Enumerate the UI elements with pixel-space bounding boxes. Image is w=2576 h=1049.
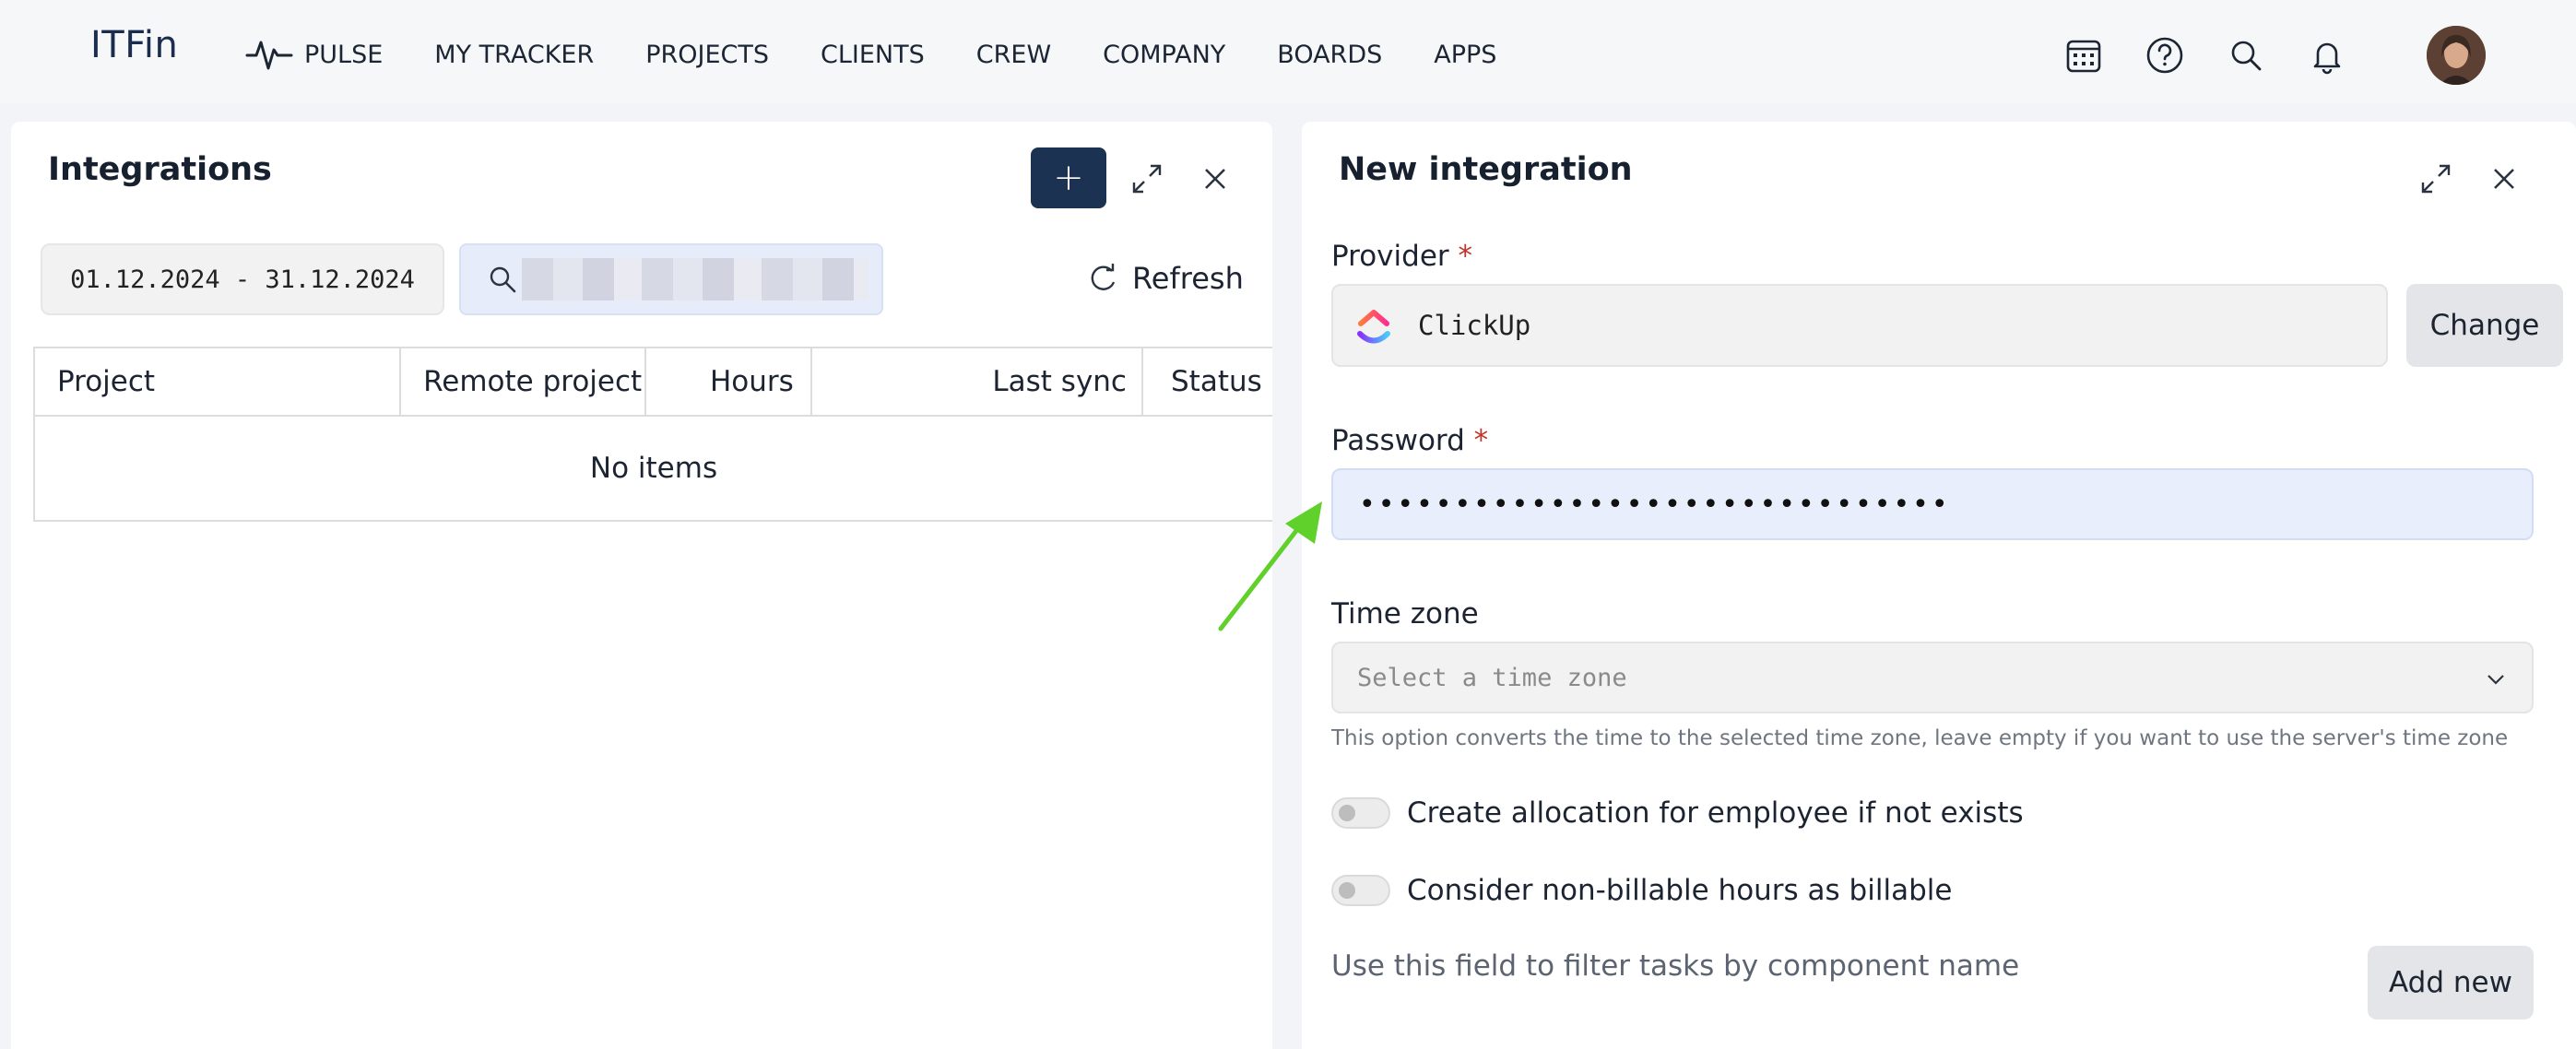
allocation-toggle[interactable] — [1331, 797, 1390, 829]
nav-item-apps[interactable]: APPS — [1434, 41, 1496, 69]
password-label: Password * — [1331, 424, 1488, 457]
required-mark: * — [1458, 240, 1473, 273]
integrations-table: Project Remote project Hours Last sync S… — [33, 347, 1272, 522]
timezone-hint: This option converts the time to the sel… — [1331, 726, 2509, 750]
bell-icon[interactable] — [2307, 35, 2347, 76]
nav-label: BOARDS — [1277, 40, 1383, 69]
redacted-search-text — [522, 258, 869, 301]
provider-value: ClickUp — [1418, 310, 1531, 341]
nav-item-crew[interactable]: CREW — [976, 41, 1051, 69]
nav-item-projects[interactable]: PROJECTS — [645, 41, 769, 69]
close-icon[interactable] — [1195, 159, 1235, 199]
page-title: Integrations — [48, 151, 272, 188]
app-logo[interactable]: ITFin — [90, 24, 178, 66]
form-title: New integration — [1339, 151, 1633, 188]
allocation-toggle-label: Create allocation for employee if not ex… — [1407, 796, 2024, 830]
nav-label: PROJECTS — [645, 40, 770, 69]
column-header-status[interactable]: Status — [1143, 348, 1272, 415]
nav-label: PULSE — [304, 40, 384, 69]
nav-label: COMPANY — [1103, 40, 1226, 69]
help-icon[interactable] — [2145, 35, 2185, 76]
expand-icon[interactable] — [2416, 159, 2456, 199]
column-header-project[interactable]: Project — [35, 348, 402, 415]
component-filter-label: Use this field to filter tasks by compon… — [1331, 949, 2020, 983]
provider-field: ClickUp — [1331, 284, 2388, 367]
clickup-logo-icon — [1357, 310, 1390, 344]
add-new-button[interactable]: Add new — [2368, 946, 2534, 1020]
refresh-label: Refresh — [1132, 261, 1244, 296]
close-icon[interactable] — [2484, 159, 2524, 199]
column-header-last-sync[interactable]: Last sync — [812, 348, 1143, 415]
nonbillable-toggle-label: Consider non-billable hours as billable — [1407, 874, 1953, 907]
user-avatar[interactable] — [2427, 26, 2486, 85]
nav-label: CREW — [975, 40, 1052, 69]
calendar-icon[interactable] — [2063, 35, 2104, 76]
search-icon — [490, 266, 516, 293]
provider-label-text: Provider — [1331, 240, 1449, 273]
add-integration-button[interactable]: + — [1031, 147, 1106, 208]
nav-label: MY TRACKER — [434, 40, 595, 69]
table-header: Project Remote project Hours Last sync S… — [35, 348, 1272, 417]
new-integration-panel: New integration Provider * ClickUp Chang… — [1302, 122, 2576, 1049]
empty-state: No items — [589, 452, 718, 485]
provider-label: Provider * — [1331, 240, 1472, 273]
nav-item-pulse[interactable]: PULSE — [245, 35, 383, 74]
nav-label: APPS — [1434, 40, 1497, 69]
header-actions — [2063, 26, 2486, 85]
pulse-icon — [245, 41, 293, 70]
nav-item-boards[interactable]: BOARDS — [1277, 41, 1382, 69]
nav-item-my-tracker[interactable]: MY TRACKER — [434, 41, 594, 69]
nav-item-clients[interactable]: CLIENTS — [821, 41, 925, 69]
integrations-panel: Integrations + 01.12.2024 - 31.12.2024 R… — [11, 122, 1272, 1049]
timezone-label: Time zone — [1331, 597, 1479, 631]
password-field[interactable]: ••••••••••••••••••••••••••••••• — [1331, 468, 2534, 540]
timezone-placeholder: Select a time zone — [1357, 663, 1627, 692]
column-header-remote-project[interactable]: Remote project — [401, 348, 647, 415]
change-provider-button[interactable]: Change — [2406, 284, 2563, 367]
nav-item-company[interactable]: COMPANY — [1103, 41, 1225, 69]
allocation-toggle-row: Create allocation for employee if not ex… — [1331, 796, 2024, 830]
required-mark: * — [1473, 424, 1489, 457]
refresh-icon — [1091, 264, 1116, 290]
chevron-down-icon — [2487, 675, 2504, 685]
password-label-text: Password — [1331, 424, 1465, 457]
nav-label: CLIENTS — [821, 40, 925, 69]
nonbillable-toggle[interactable] — [1331, 875, 1390, 906]
date-range-picker[interactable]: 01.12.2024 - 31.12.2024 — [41, 243, 444, 315]
annotation-arrow-icon — [1218, 501, 1322, 631]
top-navigation: ITFin PULSE MY TRACKER PROJECTS CLIENTS … — [0, 0, 2576, 103]
column-header-hours[interactable]: Hours — [646, 348, 812, 415]
main-nav: PULSE MY TRACKER PROJECTS CLIENTS CREW C… — [245, 35, 1548, 74]
search-input[interactable] — [459, 243, 883, 315]
timezone-select[interactable]: Select a time zone — [1331, 642, 2534, 713]
expand-icon[interactable] — [1127, 159, 1167, 199]
nonbillable-toggle-row: Consider non-billable hours as billable — [1331, 874, 1952, 907]
search-icon[interactable] — [2226, 35, 2266, 76]
refresh-button[interactable]: Refresh — [1084, 260, 1244, 297]
